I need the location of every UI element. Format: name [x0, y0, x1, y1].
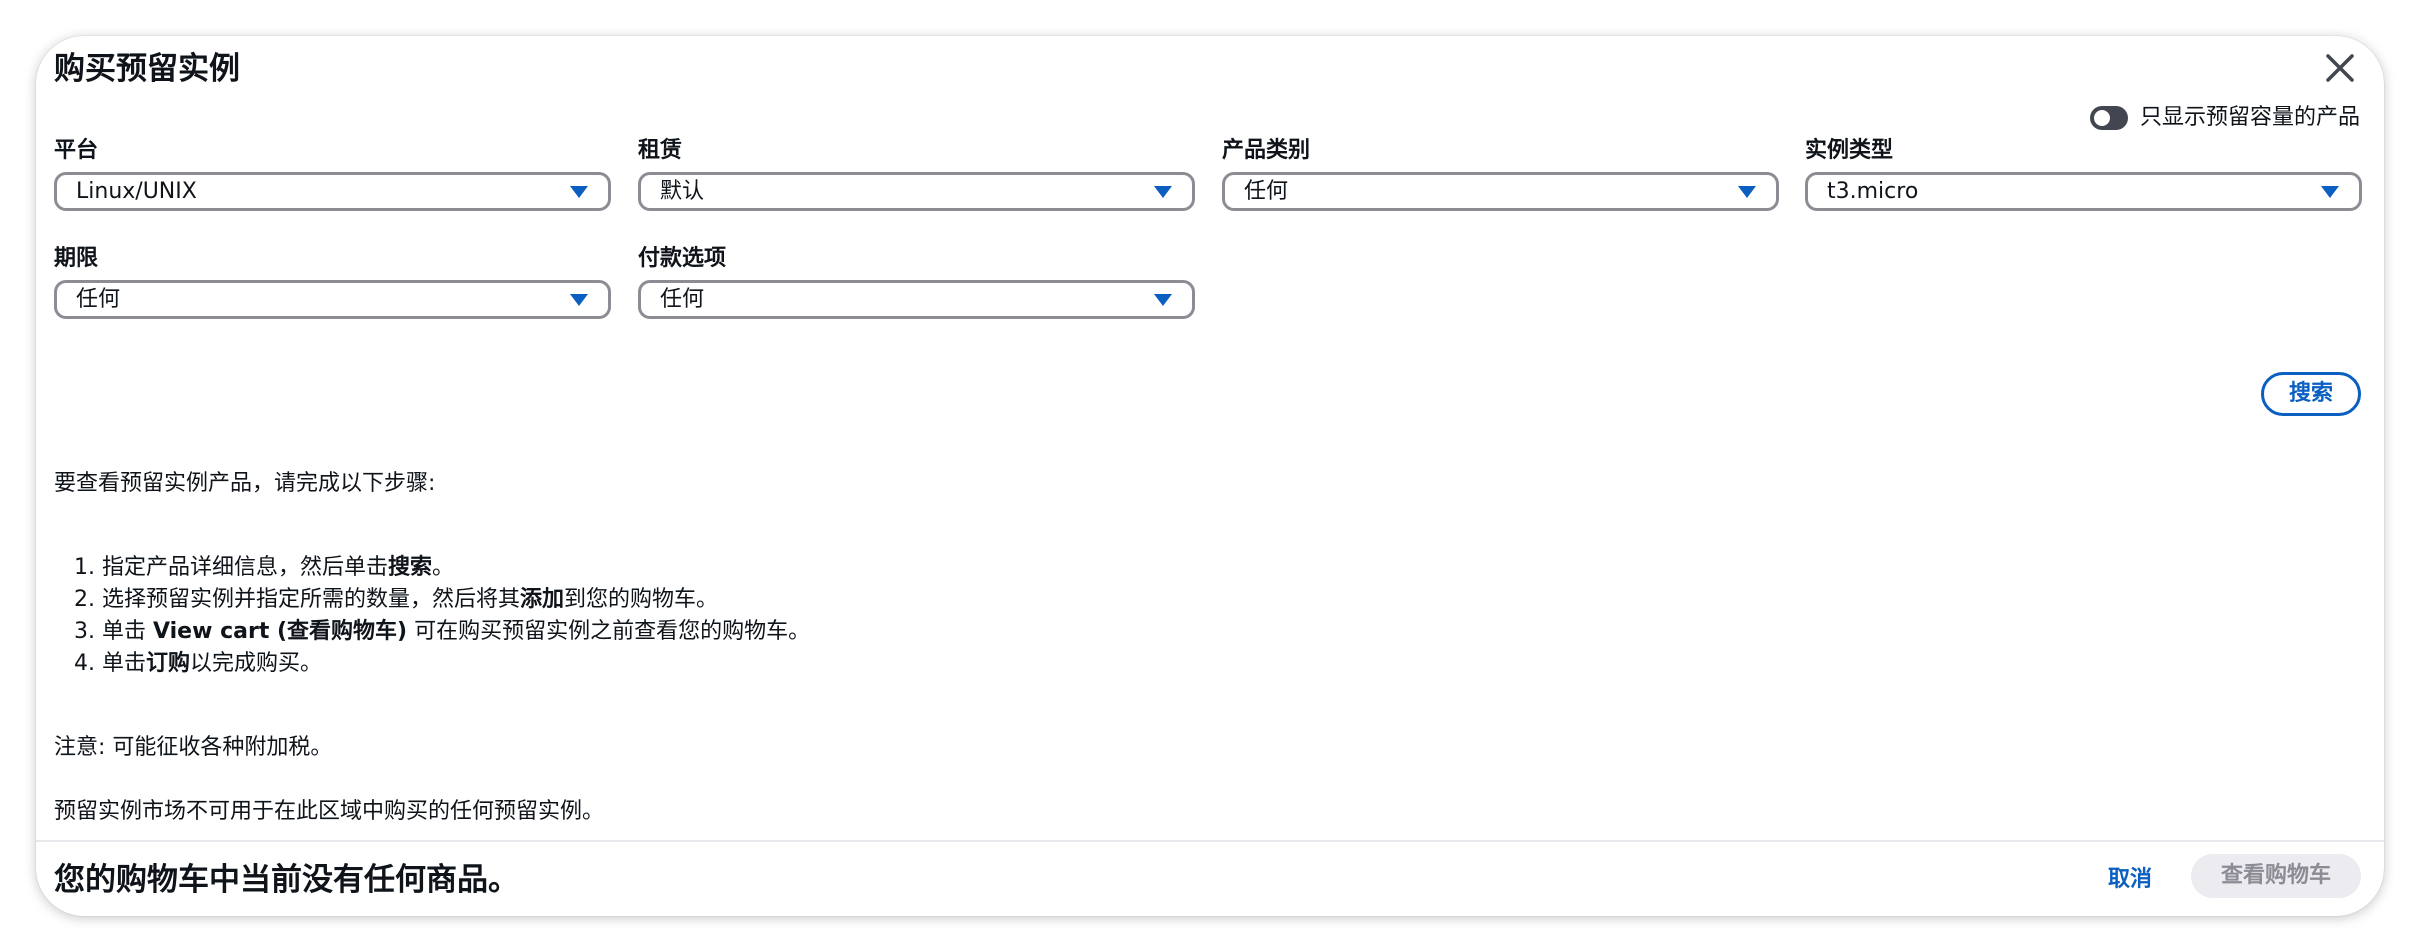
tenancy-field: 租赁 默认 — [638, 136, 1195, 211]
caret-down-icon — [570, 294, 588, 306]
reserved-capacity-toggle-row: 只显示预留容量的产品 — [2089, 100, 2360, 136]
caret-down-icon — [2321, 186, 2339, 198]
offering-class-value: 任何 — [1244, 179, 1289, 204]
step-text: 指定产品详细信息，然后单击 — [102, 555, 389, 580]
step-item: 2. 选择预留实例并指定所需的数量，然后将其添加到您的购物车。 — [74, 584, 810, 616]
platform-value: Linux/UNIX — [76, 179, 197, 204]
caret-down-icon — [1154, 186, 1172, 198]
step-emphasis: 订购 — [146, 651, 191, 676]
step-text: 单击 — [102, 619, 153, 644]
caret-down-icon — [1154, 294, 1172, 306]
platform-select[interactable]: Linux/UNIX — [54, 172, 611, 211]
step-text: 可在购买预留实例之前查看您的购物车。 — [407, 619, 811, 644]
instructions-steps: 1. 指定产品详细信息，然后单击搜索。 2. 选择预留实例并指定所需的数量，然后… — [74, 552, 810, 680]
offering-class-select[interactable]: 任何 — [1222, 172, 1779, 211]
step-text: 选择预留实例并指定所需的数量，然后将其 — [102, 587, 521, 612]
step-emphasis: 添加 — [520, 587, 565, 612]
payment-option-select[interactable]: 任何 — [638, 280, 1195, 319]
instance-type-select[interactable]: t3.micro — [1805, 172, 2362, 211]
dialog-title: 购买预留实例 — [54, 51, 240, 87]
term-label: 期限 — [54, 246, 99, 271]
step-number: 1. — [74, 555, 95, 580]
marketplace-note: 预留实例市场不可用于在此区域中购买的任何预留实例。 — [54, 799, 605, 824]
step-item: 4. 单击订购以完成购买。 — [74, 648, 810, 680]
term-field: 期限 任何 — [54, 244, 611, 319]
tenancy-label: 租赁 — [638, 138, 683, 163]
offering-class-label: 产品类别 — [1222, 138, 1311, 163]
toggle-knob — [2093, 110, 2110, 126]
step-emphasis: 搜索 — [388, 555, 433, 580]
purchase-reserved-instances-dialog: 购买预留实例 只显示预留容量的产品 平台 Linux/UNIX 租赁 默认 产品… — [36, 36, 2384, 916]
instructions-intro: 要查看预留实例产品，请完成以下步骤: — [54, 471, 436, 496]
caret-down-icon — [1738, 186, 1756, 198]
footer-divider — [36, 840, 2384, 842]
close-icon[interactable] — [2320, 48, 2360, 88]
caret-down-icon — [570, 186, 588, 198]
step-text: 。 — [432, 555, 455, 580]
step-text: 到您的购物车。 — [564, 587, 719, 612]
term-select[interactable]: 任何 — [54, 280, 611, 319]
tax-note: 注意: 可能征收各种附加税。 — [54, 735, 333, 760]
reserved-capacity-toggle[interactable] — [2089, 106, 2128, 130]
offering-class-field: 产品类别 任何 — [1222, 136, 1779, 211]
payment-option-label: 付款选项 — [638, 246, 727, 271]
platform-field: 平台 Linux/UNIX — [54, 136, 611, 211]
search-button[interactable]: 搜索 — [2261, 372, 2361, 416]
instance-type-label: 实例类型 — [1805, 138, 1894, 163]
view-cart-button[interactable]: 查看购物车 — [2191, 854, 2361, 898]
payment-option-value: 任何 — [660, 287, 705, 312]
tenancy-select[interactable]: 默认 — [638, 172, 1195, 211]
instance-type-field: 实例类型 t3.micro — [1805, 136, 2362, 211]
payment-option-field: 付款选项 任何 — [638, 244, 1195, 319]
step-emphasis: View cart (查看购物车) — [153, 619, 408, 644]
cancel-button[interactable]: 取消 — [2108, 862, 2152, 898]
step-item: 3. 单击 View cart (查看购物车) 可在购买预留实例之前查看您的购物… — [74, 616, 810, 648]
reserved-capacity-toggle-label: 只显示预留容量的产品 — [2139, 105, 2360, 130]
step-text: 单击 — [102, 651, 147, 676]
step-number: 3. — [74, 619, 95, 644]
step-number: 2. — [74, 587, 95, 612]
platform-label: 平台 — [54, 138, 99, 163]
step-text: 以完成购买。 — [190, 651, 323, 676]
empty-cart-message: 您的购物车中当前没有任何商品。 — [54, 862, 519, 898]
tenancy-value: 默认 — [660, 179, 705, 204]
step-number: 4. — [74, 651, 95, 676]
instance-type-value: t3.micro — [1827, 179, 1919, 204]
term-value: 任何 — [76, 287, 121, 312]
step-item: 1. 指定产品详细信息，然后单击搜索。 — [74, 552, 810, 584]
